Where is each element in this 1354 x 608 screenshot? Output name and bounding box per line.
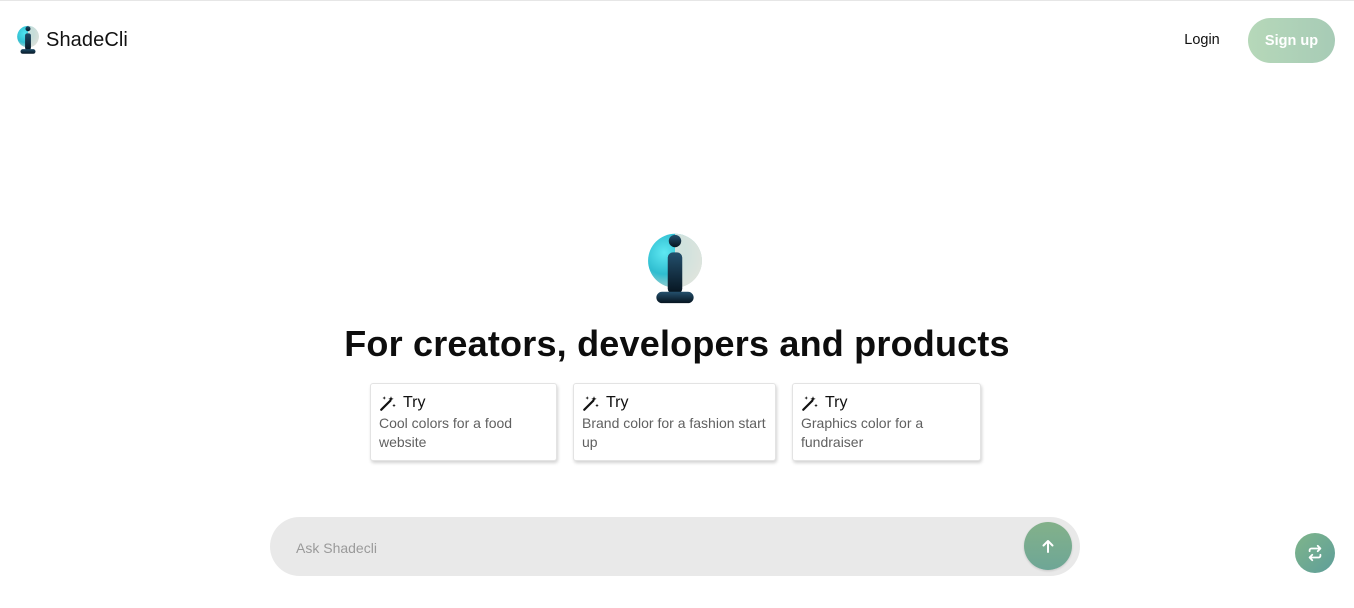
hero-logo-icon [648,233,702,304]
magic-wand-icon [583,396,599,411]
send-button[interactable] [1024,522,1072,570]
swap-button[interactable] [1295,533,1335,573]
chat-bar [270,517,1080,576]
page-title: For creators, developers and products [344,323,1010,364]
suggestion-text: Graphics color for a fundraiser [801,415,924,450]
shadecli-logo-icon [17,25,39,54]
suggestion-card-header: Try [582,393,767,413]
suggestion-card-fundraiser[interactable]: Try Graphics color for a fundraiser [792,383,981,461]
arrow-up-icon [1042,540,1054,553]
brand-name: ShadeCli [46,28,128,51]
swap-icon [1308,544,1322,562]
magic-wand-icon [802,396,818,411]
suggestion-card-fashion[interactable]: Try Brand color for a fashion start up [573,383,776,461]
suggestion-label: Try [825,394,848,411]
suggestion-text: Brand color for a fashion start up [582,415,766,450]
brand[interactable]: ShadeCli [16,25,128,55]
login-button[interactable]: Login [1168,29,1236,51]
signup-button[interactable]: Sign up [1248,18,1335,63]
suggestion-card-food[interactable]: Try Cool colors for a food website [370,383,557,461]
suggestion-text: Cool colors for a food website [379,415,513,450]
suggestion-card-header: Try [801,393,972,413]
magic-wand-icon [380,396,396,411]
suggestion-card-header: Try [379,393,548,413]
top-nav: ShadeCli Login Sign up [0,1,1354,79]
suggestion-label: Try [403,394,426,411]
ask-input[interactable] [294,535,998,561]
suggestion-label: Try [606,394,629,411]
